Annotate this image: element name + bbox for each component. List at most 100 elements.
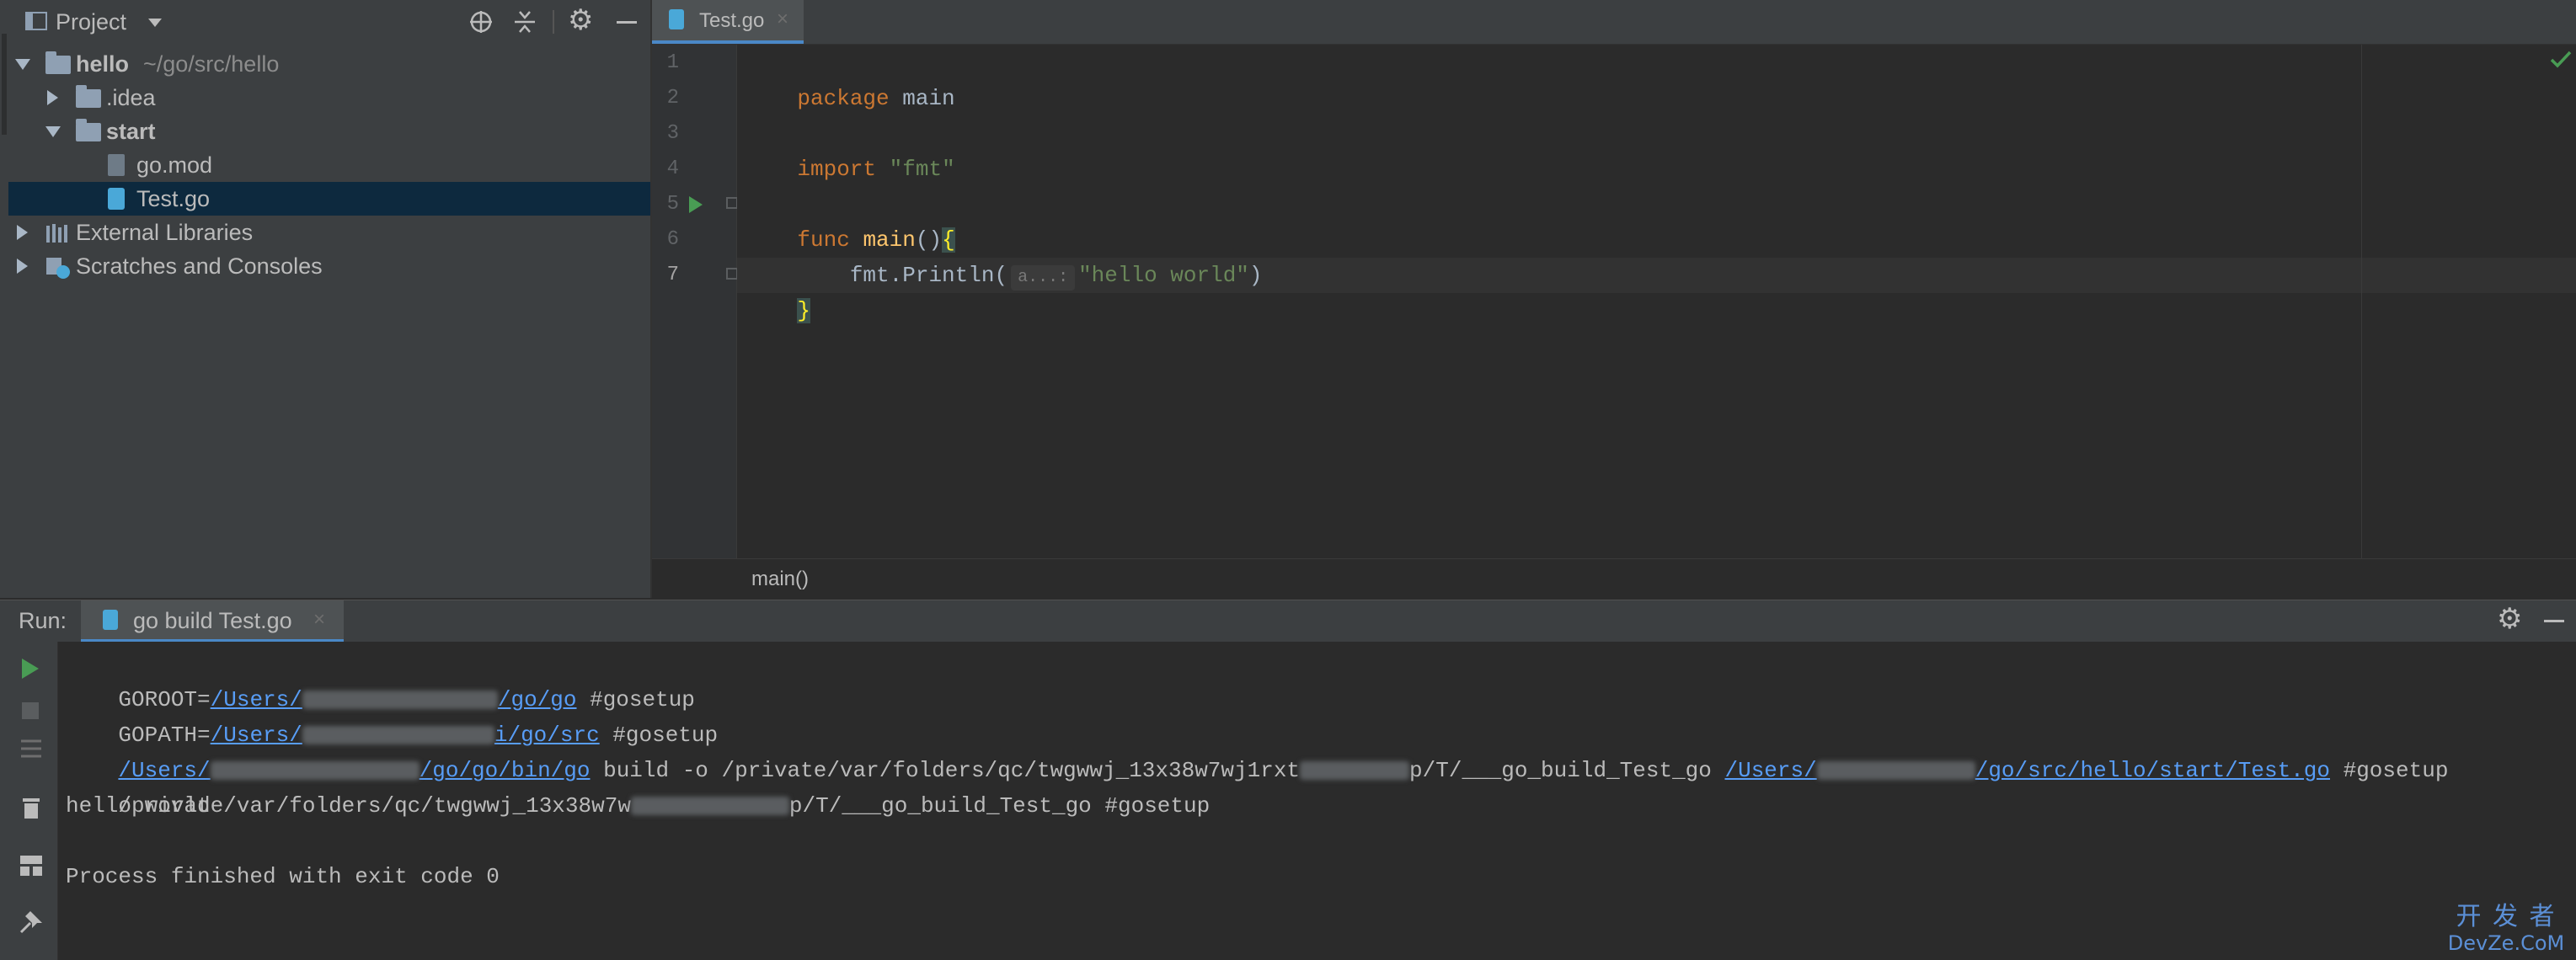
scratches-icon [46, 258, 70, 279]
run-gutter-icon[interactable] [689, 196, 703, 213]
tree-item-label: External Libraries [76, 220, 254, 245]
toolbar-divider [553, 10, 554, 34]
line-number: 1 [666, 51, 679, 74]
tree-item-start[interactable]: start [8, 115, 650, 148]
chevron-down-icon[interactable] [148, 19, 162, 27]
rerun-icon[interactable] [22, 659, 39, 679]
file-icon [108, 154, 125, 176]
minimize-icon[interactable] [2544, 620, 2564, 622]
tree-item-go-mod[interactable]: go.mod [8, 148, 650, 182]
tab-run-config[interactable]: go build Test.go × [81, 600, 344, 643]
tree-item-label: Scratches and Consoles [76, 253, 323, 279]
tree-item-path: ~/go/src/hello [143, 51, 280, 77]
minimize-icon[interactable] [617, 21, 637, 24]
console-line: GOROOT=/Users//go/go #gosetup [66, 647, 695, 712]
code-token: "fmt" [889, 157, 955, 182]
tree-item-label: go.mod [136, 152, 213, 178]
fold-icon[interactable] [726, 197, 738, 209]
tree-item-scratches[interactable]: Scratches and Consoles [8, 249, 650, 283]
pin-icon[interactable] [19, 909, 44, 935]
code-token: import [797, 157, 877, 182]
project-strip-button[interactable] [2, 34, 7, 135]
tree-item-external-libraries[interactable]: External Libraries [8, 216, 650, 249]
line-number: 3 [666, 122, 679, 145]
run-panel-header: Run: go build Test.go × ⚙ [0, 600, 2576, 643]
code-token: ) [1248, 263, 1263, 288]
tree-item-label: hello [76, 51, 130, 77]
tree-item-hello[interactable]: hello ~/go/src/hello [8, 47, 650, 81]
redacted-text [1816, 761, 1975, 781]
editor-gutter: 1 2 3 4 5 6 7 [652, 45, 738, 558]
project-title[interactable]: Project [56, 9, 126, 35]
collapse-all-icon[interactable] [512, 9, 537, 35]
code-line-3: import "fmt" [745, 116, 954, 182]
checkmark-icon [2550, 51, 2572, 68]
console-link-text: /go/src/hello/start/Test.go [1975, 758, 2330, 783]
code-token: fmt.Println( [797, 263, 1008, 288]
tree-item-label: .idea [106, 85, 156, 110]
code-token: "hello world" [1078, 263, 1249, 288]
line-number: 6 [666, 228, 679, 251]
tree-item-test-go[interactable]: Test.go [8, 182, 650, 216]
console-output[interactable]: GOROOT=/Users//go/go #gosetup GOPATH=/Us… [58, 642, 2576, 960]
breadcrumb: main() [652, 558, 2576, 599]
redacted-text [1300, 761, 1410, 781]
parameter-hint: a...: [1011, 265, 1076, 291]
redacted-text [630, 797, 789, 816]
code-token: } [797, 298, 811, 323]
right-margin-guide [2361, 45, 2362, 558]
tab-test-go[interactable]: Test.go × [652, 0, 804, 44]
gear-icon[interactable]: ⚙ [568, 3, 593, 37]
trash-icon[interactable] [20, 795, 42, 820]
console-line: /private/var/folders/qc/twgwwj_13x38w7w p… [66, 753, 1210, 819]
expand-arrow-icon[interactable] [47, 90, 58, 105]
run-label: Run: [19, 608, 67, 633]
expand-arrow-icon[interactable] [17, 259, 28, 274]
scroll-to-end-icon[interactable] [19, 736, 44, 761]
line-number: 2 [666, 87, 679, 109]
project-view-icon [25, 12, 47, 30]
gear-icon[interactable]: ⚙ [2497, 602, 2522, 636]
go-file-icon [108, 188, 125, 210]
code-line-6: fmt.Println(a...: "hello world") [745, 222, 1263, 291]
stop-icon[interactable] [22, 702, 39, 719]
go-file-icon [103, 610, 118, 630]
locate-icon[interactable] [468, 9, 494, 35]
go-file-icon [669, 9, 684, 29]
expand-arrow-icon[interactable] [15, 59, 30, 70]
console-link[interactable]: /Users/ /go/src/hello/start/Test.go [1725, 758, 2331, 783]
tree-item-label: start [106, 119, 156, 144]
folder-icon [76, 85, 101, 108]
code-line-5: func main(){ [745, 187, 955, 253]
close-icon[interactable]: × [777, 8, 788, 31]
close-icon[interactable]: × [313, 608, 325, 632]
library-icon [46, 224, 67, 243]
console-text: #gosetup [2330, 758, 2449, 783]
fold-icon[interactable] [726, 268, 738, 280]
breadcrumb-item[interactable]: main() [751, 568, 809, 591]
code-line-1: package main [745, 45, 954, 111]
code-token: main [889, 86, 955, 111]
tab-label: Test.go [699, 9, 765, 32]
watermark: 开 发 者 DevZe.CoM [2443, 902, 2569, 956]
console-text: p/T/___go_build_Test_go [1409, 758, 1725, 783]
expand-arrow-icon[interactable] [45, 126, 61, 137]
project-panel: Project ⚙ hello ~/go/src/hello .idea sta… [8, 0, 652, 598]
code-line-7: } [745, 258, 811, 323]
tree-item-label: Test.go [136, 186, 211, 211]
project-header: Project ⚙ [8, 0, 650, 44]
tree-item-idea[interactable]: .idea [8, 81, 650, 115]
watermark-line: 开 发 者 [2456, 902, 2557, 931]
code-editor[interactable]: package main import "fmt" func main(){ f… [737, 45, 2576, 558]
console-link-text: /Users/ [1724, 758, 1817, 783]
run-toolbar [0, 642, 58, 960]
layout-icon[interactable] [19, 854, 44, 877]
folder-icon [76, 119, 101, 141]
line-number: 5 [666, 193, 679, 216]
console-line: /Users//go/go/bin/go build -o /private/v… [66, 717, 2448, 783]
watermark-line: DevZe.CoM [2447, 931, 2565, 955]
module-folder-icon [45, 51, 71, 74]
line-number: 4 [666, 157, 679, 180]
expand-arrow-icon[interactable] [17, 225, 28, 240]
console-line: Process finished with exit code 0 [66, 864, 500, 889]
